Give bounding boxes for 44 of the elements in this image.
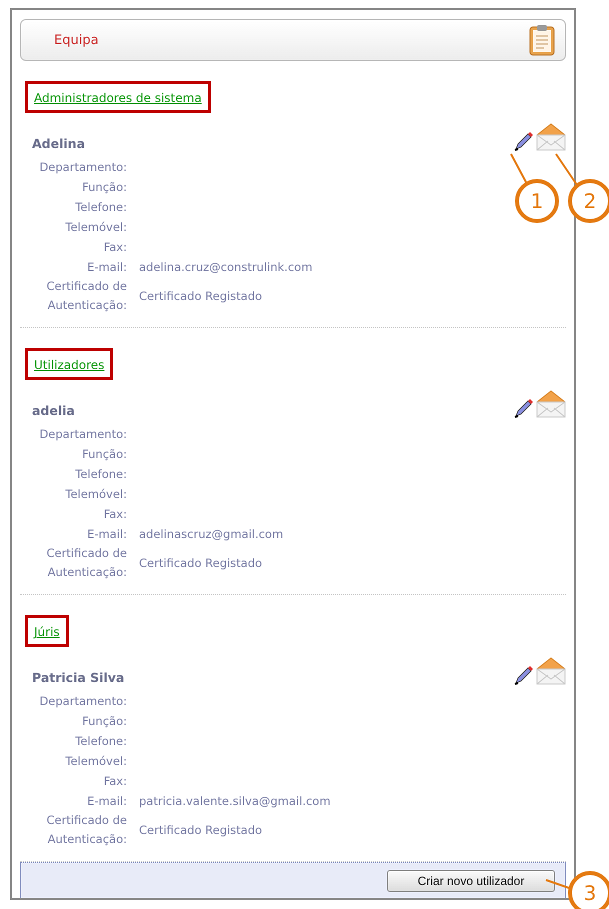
field-label: Telefone:: [74, 733, 127, 750]
pencil-icon[interactable]: [514, 665, 534, 686]
field-value: Certificado Registado: [139, 822, 264, 840]
field-label: Função:: [81, 179, 127, 196]
leader-line: [510, 154, 528, 184]
field-label: Telemóvel:: [64, 486, 127, 504]
field-label: E-mail:: [86, 259, 127, 276]
section-link[interactable]: Utilizadores: [34, 358, 104, 372]
field-label: Fax:: [102, 506, 127, 524]
callout-number: 1: [515, 179, 559, 223]
member-name: Patricia Silva: [32, 670, 124, 686]
field-label: Certificado de Autenticação:: [45, 545, 127, 582]
field-label: E-mail:: [86, 793, 127, 810]
field-label: Certificado de Autenticação:: [45, 812, 127, 848]
field-value: adelinascruz@gmail.com: [139, 526, 284, 544]
field-label: Fax:: [102, 239, 127, 256]
page-title: Equipa: [54, 32, 99, 48]
callout-number: 2: [568, 179, 609, 223]
section-link[interactable]: Júris: [34, 625, 60, 640]
callout-number: 3: [568, 871, 609, 909]
member-name: adelia: [32, 403, 75, 418]
member-name: Adelina: [32, 136, 86, 152]
create-user-button[interactable]: Criar novo utilizador: [387, 870, 555, 892]
field-label: Departamento:: [38, 693, 127, 710]
field-value: adelina.cruz@construlink.com: [139, 259, 314, 276]
field-label: Certificado de Autenticação:: [45, 278, 127, 314]
field-label: Função:: [81, 446, 127, 464]
field-label: Fax:: [102, 773, 127, 790]
field-value: patricia.valente.silva@gmail.com: [139, 793, 332, 810]
leader-line: [555, 153, 578, 186]
field-value: Certificado Registado: [139, 288, 264, 306]
clipboard-icon: [529, 24, 555, 56]
field-label: Departamento:: [38, 426, 127, 444]
pencil-icon[interactable]: [514, 131, 534, 152]
field-value: Certificado Registado: [139, 555, 264, 572]
field-label: Telemóvel:: [64, 753, 127, 770]
pencil-icon[interactable]: [514, 398, 534, 418]
field-label: Função:: [81, 713, 127, 730]
field-label: E-mail:: [86, 526, 127, 544]
field-label: Telefone:: [74, 199, 127, 216]
field-label: Telefone:: [74, 466, 127, 484]
section-link[interactable]: Administradores de sistema: [34, 91, 202, 106]
field-label: Departamento:: [38, 159, 127, 176]
field-label: Telemóvel:: [64, 219, 127, 236]
